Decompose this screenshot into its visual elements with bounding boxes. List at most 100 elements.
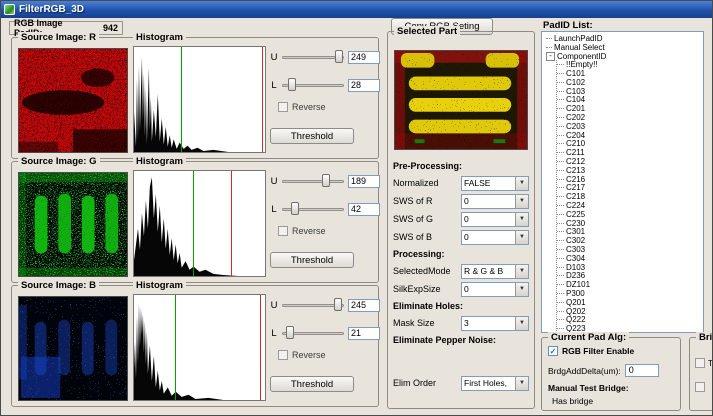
tl-checkbox[interactable] <box>695 358 705 368</box>
param-combo[interactable]: 0▼ <box>461 230 529 245</box>
u-value-field[interactable]: 245 <box>348 299 380 312</box>
param-combo[interactable]: R & G & B▼ <box>461 264 529 279</box>
tree-item[interactable]: LaunchPadID <box>546 34 703 43</box>
tree-item[interactable]: !!Empty!! <box>557 60 703 69</box>
chevron-down-icon[interactable]: ▼ <box>515 213 528 226</box>
histogram-r <box>133 46 266 153</box>
slider-thumb[interactable] <box>335 50 343 63</box>
group-title: Source Image: B <box>18 280 99 291</box>
tree-item[interactable]: DZ101 <box>557 280 703 289</box>
tree-item-label: D236 <box>566 271 585 280</box>
tree-item[interactable]: Q202 <box>557 307 703 316</box>
padid-tree[interactable]: LaunchPadIDManual Select-ComponentID!!Em… <box>541 31 704 333</box>
combo-value: 0 <box>462 232 515 242</box>
tree-item[interactable]: C217 <box>557 184 703 193</box>
param-combo[interactable]: 0▼ <box>461 194 529 209</box>
bridge-delta-input[interactable]: 0 <box>625 364 659 377</box>
histogram-b <box>133 294 266 401</box>
tree-item[interactable]: C218 <box>557 192 703 201</box>
rgb-filter-enable-label: RGB Filter Enable <box>562 346 634 356</box>
tree-item[interactable]: D103 <box>557 263 703 272</box>
source-image-g-group: Source Image: G Histogram <box>11 161 379 283</box>
combo-value: 0 <box>462 284 515 294</box>
param-combo[interactable]: First Holes,▼ <box>461 376 529 391</box>
u-value-field[interactable]: 249 <box>348 51 380 64</box>
chevron-down-icon[interactable]: ▼ <box>515 177 528 190</box>
tree-item[interactable]: C104 <box>557 96 703 105</box>
slider-thumb[interactable] <box>286 326 294 339</box>
tree-item-label: C202 <box>566 113 585 122</box>
chevron-down-icon[interactable]: ▼ <box>515 231 528 244</box>
slider-thumb[interactable] <box>334 298 342 311</box>
parameter-list: Pre-Processing:NormalizedFALSE▼SWS of R0… <box>393 158 530 392</box>
tree-item[interactable]: C216 <box>557 175 703 184</box>
l-value-field[interactable]: 42 <box>348 203 380 216</box>
l-value-field[interactable]: 21 <box>348 327 380 340</box>
tree-item[interactable]: Manual Select <box>546 43 703 52</box>
u-slider[interactable] <box>282 50 344 64</box>
slider-thumb[interactable] <box>288 78 296 91</box>
threshold-button[interactable]: Threshold <box>270 252 354 268</box>
u-label: U <box>270 300 278 311</box>
title-bar[interactable]: FilterRGB_3D <box>1 1 712 18</box>
collapse-icon[interactable]: - <box>546 52 555 61</box>
tree-item[interactable]: C301 <box>557 228 703 237</box>
tl2-checkbox[interactable] <box>695 382 705 392</box>
l-value-field[interactable]: 28 <box>348 79 380 92</box>
tree-item[interactable]: C212 <box>557 157 703 166</box>
tree-item[interactable]: C213 <box>557 166 703 175</box>
tree-item[interactable]: C302 <box>557 236 703 245</box>
chevron-down-icon[interactable]: ▼ <box>515 283 528 296</box>
tree-item[interactable]: D236 <box>557 272 703 281</box>
u-slider[interactable] <box>282 174 344 188</box>
u-label: U <box>270 176 278 187</box>
tree-item[interactable]: C304 <box>557 254 703 263</box>
tree-item[interactable]: C202 <box>557 113 703 122</box>
tree-item[interactable]: C224 <box>557 201 703 210</box>
l-slider[interactable] <box>282 78 344 92</box>
reverse-checkbox[interactable] <box>278 102 288 112</box>
slider-thumb[interactable] <box>291 202 299 215</box>
chevron-down-icon[interactable]: ▼ <box>515 377 528 390</box>
tree-item[interactable]: C210 <box>557 140 703 149</box>
reverse-checkbox[interactable] <box>278 226 288 236</box>
tree-connector <box>557 258 564 259</box>
param-combo[interactable]: 0▼ <box>461 212 529 227</box>
u-slider[interactable] <box>282 298 344 312</box>
tree-item[interactable]: C230 <box>557 219 703 228</box>
l-slider[interactable] <box>282 326 344 340</box>
tree-item[interactable]: C303 <box>557 245 703 254</box>
tree-item-label: C213 <box>566 166 585 175</box>
chevron-down-icon[interactable]: ▼ <box>515 265 528 278</box>
rgb-filter-enable-checkbox[interactable] <box>548 346 558 356</box>
tree-item[interactable]: C204 <box>557 131 703 140</box>
param-combo[interactable]: 0▼ <box>461 282 529 297</box>
slider-thumb[interactable] <box>322 174 330 187</box>
param-combo[interactable]: FALSE▼ <box>461 176 529 191</box>
tree-item[interactable]: C225 <box>557 210 703 219</box>
tree-item[interactable]: P300 <box>557 289 703 298</box>
tree-item[interactable]: -ComponentID <box>546 52 703 61</box>
tree-item[interactable]: C103 <box>557 87 703 96</box>
tree-item[interactable]: Q201 <box>557 298 703 307</box>
param-row: NormalizedFALSE▼ <box>393 174 530 192</box>
tree-item[interactable]: C211 <box>557 148 703 157</box>
chevron-down-icon[interactable]: ▼ <box>515 317 528 330</box>
tree-item-label: C216 <box>566 175 585 184</box>
reverse-checkbox[interactable] <box>278 350 288 360</box>
tree-item[interactable]: Q222 <box>557 316 703 325</box>
l-label: L <box>270 80 278 91</box>
l-slider[interactable] <box>282 202 344 216</box>
tree-item[interactable]: C203 <box>557 122 703 131</box>
tree-connector <box>557 214 564 215</box>
window-title: FilterRGB_3D <box>19 4 84 15</box>
param-combo[interactable]: 3▼ <box>461 316 529 331</box>
tree-item[interactable]: C101 <box>557 69 703 78</box>
chevron-down-icon[interactable]: ▼ <box>515 195 528 208</box>
threshold-button[interactable]: Threshold <box>270 376 354 392</box>
tree-item[interactable]: C102 <box>557 78 703 87</box>
u-value-field[interactable]: 189 <box>348 175 380 188</box>
tree-item[interactable]: C201 <box>557 104 703 113</box>
threshold-button[interactable]: Threshold <box>270 128 354 144</box>
l-label: L <box>270 204 278 215</box>
